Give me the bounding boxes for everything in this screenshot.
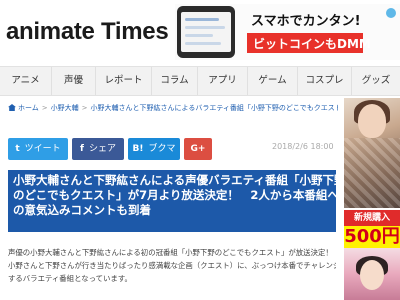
nav-item-seiyu[interactable]: 声優 <box>52 67 96 95</box>
google-plus-button[interactable]: G+ <box>184 138 212 160</box>
nav-item-column[interactable]: コラム <box>152 67 198 95</box>
twitter-icon: t <box>15 144 20 154</box>
ad-banner-label: 新規購入 <box>344 210 400 226</box>
facebook-share-button[interactable]: f シェア <box>72 138 124 160</box>
hatena-label: ブクマ <box>148 144 176 154</box>
nav-item-anime[interactable]: アニメ <box>0 67 52 95</box>
breadcrumb-current: 小野大輔さんと下野紘さんによるバラエティ番組「小野下野のどこでもクエスト」が7月… <box>90 104 338 112</box>
nav-item-app[interactable]: アプリ <box>198 67 248 95</box>
facebook-share-label: シェア <box>88 144 116 154</box>
body-paragraph-line: 声優の小野大輔さんと下野紘さんによる初の冠番組「小野下野のどこでもクエスト」が放… <box>8 248 333 257</box>
sidebar-ad[interactable]: 新規購入 500円 <box>344 98 400 300</box>
ad-info-icon[interactable] <box>386 8 396 18</box>
nav-item-game[interactable]: ゲーム <box>248 67 298 95</box>
header-ad-banner[interactable]: スマホでカンタン! ビットコインもDMM <box>175 4 400 60</box>
nav-item-cosplay[interactable]: コスプレ <box>298 67 352 95</box>
hatena-bookmark-button[interactable]: B! ブクマ <box>128 138 180 160</box>
site-logo[interactable]: animate Times <box>6 18 169 46</box>
ad-subline: ビットコインもDMM <box>247 33 371 53</box>
title-line: のどこでもクエスト」が7月より放送決定！ 2人から本番組へ <box>13 188 336 202</box>
home-icon <box>8 104 16 111</box>
ad-headline: スマホでカンタン! <box>251 14 361 29</box>
body-paragraph-line: 小野さんと下野さんが行き当たりばったり感満載な企画（クエスト）に、ぶっつけ本番で… <box>8 261 336 270</box>
article-body: 声優の小野大輔さんと下野紘さんによる初の冠番組「小野下野のどこでもクエスト」が放… <box>8 246 336 285</box>
tweet-button[interactable]: t ツイート <box>8 138 68 160</box>
ad-photo <box>344 98 400 208</box>
title-line: 小野大輔さんと下野紘さんによる声優バラエティ番組「小野下野 <box>13 173 336 187</box>
nav-item-report[interactable]: レポート <box>96 67 152 95</box>
ad-photo-2 <box>344 248 400 300</box>
body-paragraph-line: するバラエティ番組となっています。 <box>8 274 132 283</box>
breadcrumb: ホーム > 小野大輔 > 小野大輔さんと下野紘さんによるバラエティ番組「小野下野のどこで… <box>8 101 338 115</box>
breadcrumb-home[interactable]: ホーム <box>18 104 39 112</box>
nav-item-goods[interactable]: グッズ <box>352 67 400 95</box>
main-nav: アニメ 声優 レポート コラム アプリ ゲーム コスプレ グッズ <box>0 66 400 96</box>
ad-price: 500円 <box>344 226 400 248</box>
hatena-icon: B! <box>132 144 144 154</box>
facebook-icon: f <box>80 144 84 154</box>
publish-date: 2018/2/6 18:00 <box>272 142 334 151</box>
tweet-label: ツイート <box>24 144 61 154</box>
article-title: 小野大輔さんと下野紘さんによる声優バラエティ番組「小野下野 のどこでもクエスト」… <box>8 170 336 232</box>
google-plus-icon: G+ <box>190 144 206 154</box>
breadcrumb-category[interactable]: 小野大輔 <box>51 104 79 112</box>
breadcrumb-separator: > <box>41 104 48 112</box>
phone-image <box>177 6 235 58</box>
title-line: の意気込みコメントも到着 <box>13 203 151 217</box>
breadcrumb-separator: > <box>81 104 88 112</box>
site-header: animate Times スマホでカンタン! ビットコインもDMM <box>0 0 400 66</box>
